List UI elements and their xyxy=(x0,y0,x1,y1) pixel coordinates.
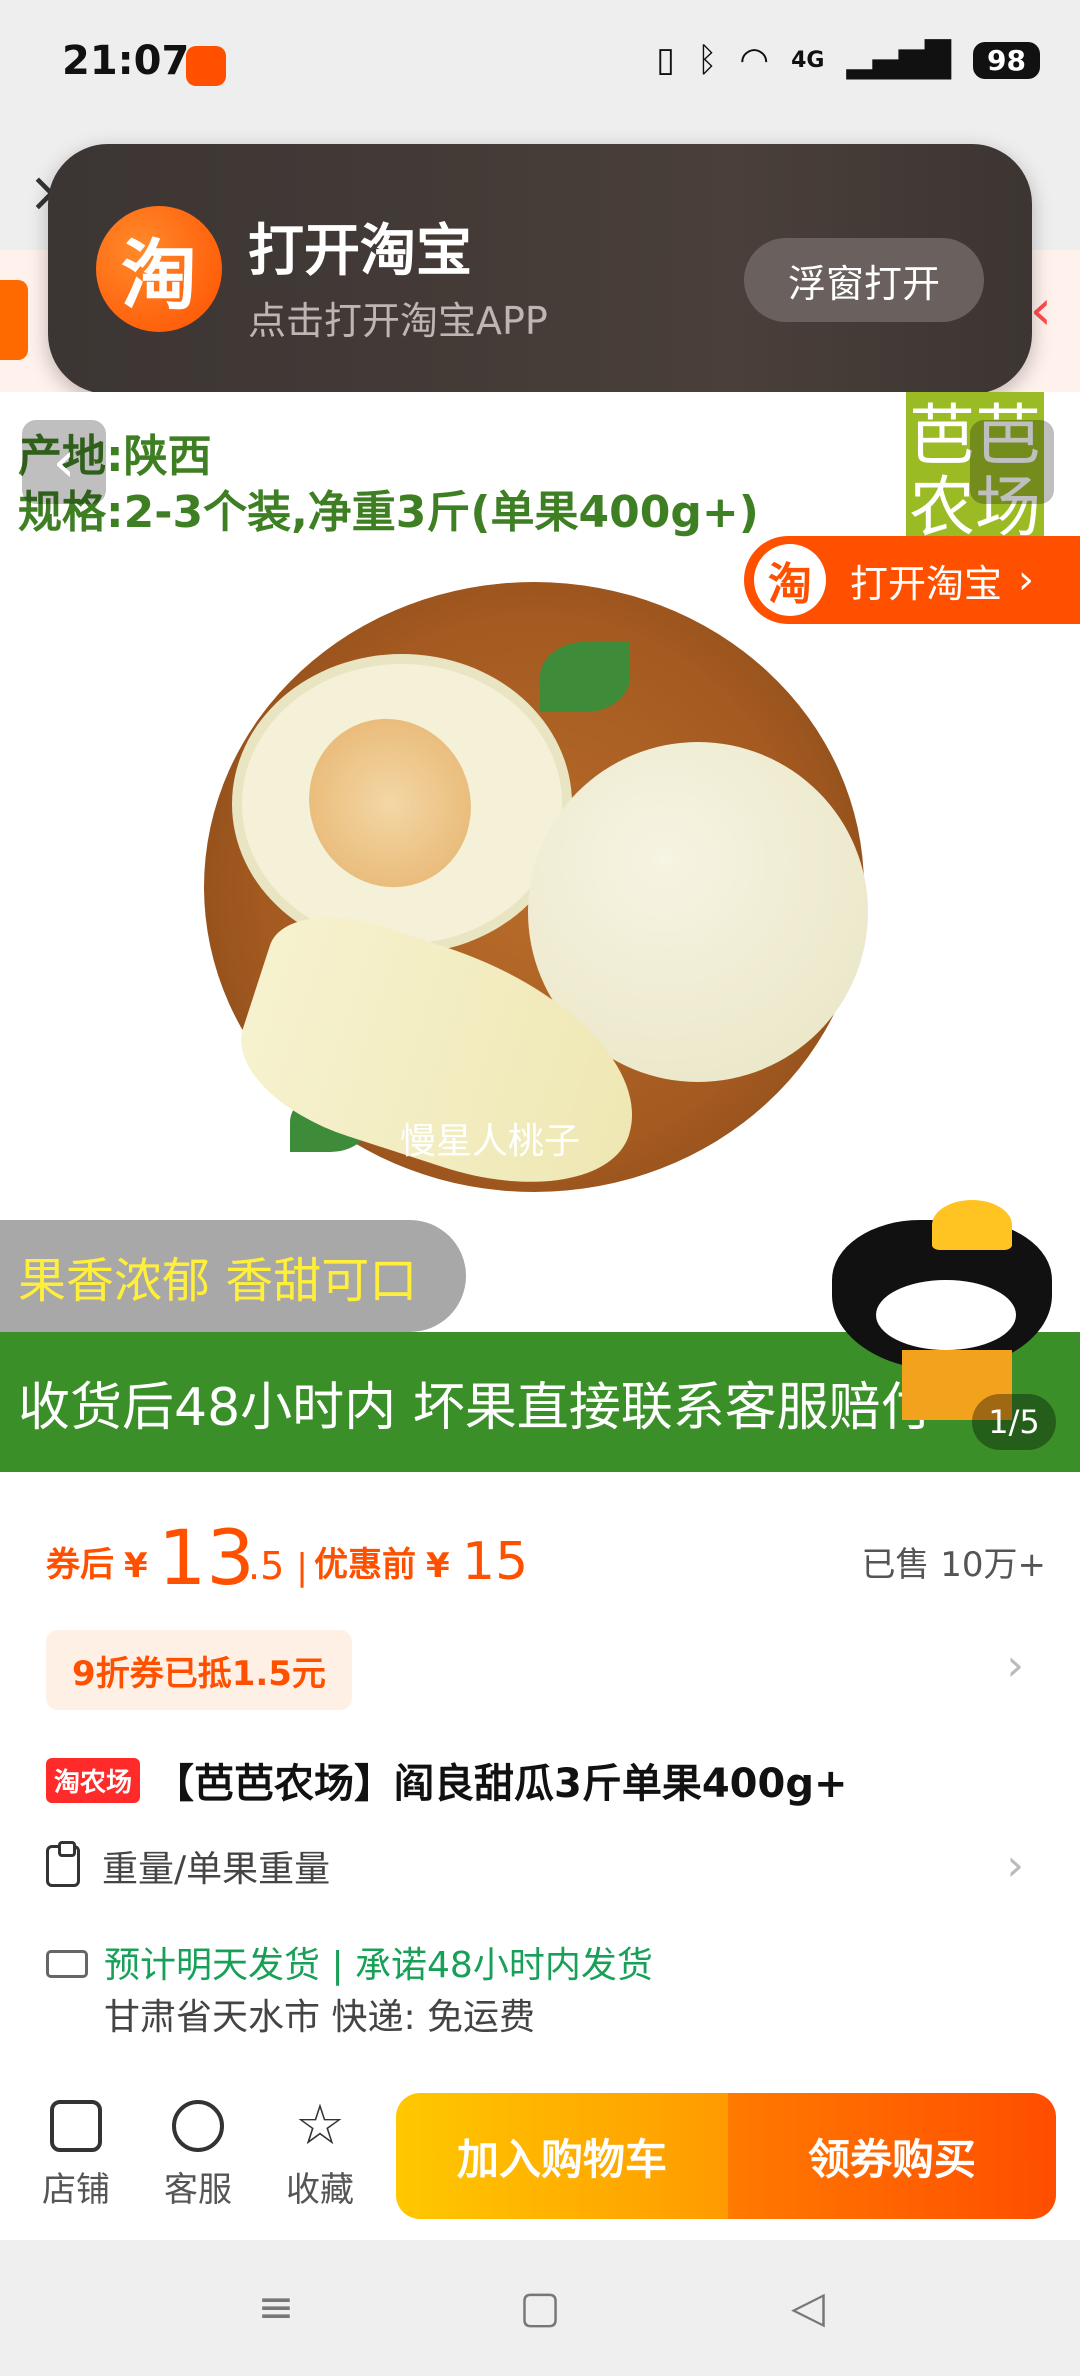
chevron-right-icon[interactable]: › xyxy=(1006,1640,1024,1691)
sold-count: 已售 10万+ xyxy=(861,1545,1046,1585)
customer-service-button[interactable]: 客服 xyxy=(148,2100,248,2220)
customer-service-icon xyxy=(172,2100,224,2152)
promo-tag xyxy=(0,280,28,360)
shop-label: 店铺 xyxy=(42,2170,110,2210)
price-separator: | xyxy=(296,1547,309,1588)
back-button[interactable]: ‹ xyxy=(22,420,106,504)
open-taobao-label: 打开淘宝 xyxy=(850,561,1003,606)
image-spec-size: 规格:2-3个装,净重3斤(单果400g+) xyxy=(18,487,759,538)
chevron-right-icon[interactable]: › xyxy=(1006,1840,1024,1891)
favorite-label: 收藏 xyxy=(286,2170,354,2210)
price-row: 券后 ¥ 13 .5 | 优惠前 ¥ 15 已售 10万+ xyxy=(46,1512,1046,1602)
before-discount-label: 优惠前 xyxy=(314,1545,416,1585)
battery-icon: 98 xyxy=(973,41,1040,79)
shipping-row[interactable]: 预计明天发货 | 承诺48小时内发货 甘肃省天水市 快递: 免运费 xyxy=(46,1936,1046,2046)
float-window-open-button[interactable]: 浮窗打开 xyxy=(744,238,984,322)
share-button[interactable] xyxy=(970,420,1054,504)
customer-service-label: 客服 xyxy=(164,2170,232,2210)
clipboard-icon xyxy=(46,1841,80,1887)
wifi-icon: ◠ xyxy=(739,40,770,80)
mascot-hat xyxy=(932,1200,1012,1250)
taobao-notification-icon xyxy=(186,46,226,86)
shop-icon xyxy=(50,2100,102,2152)
product-title: 【芭芭农场】阎良甜瓜3斤单果400g+ xyxy=(154,1761,848,1807)
slogan-pill: 果香浓郁 香甜可口 xyxy=(0,1220,466,1332)
signal-icon: ▂▄▆█ xyxy=(846,40,952,80)
price-before: 15 xyxy=(462,1532,529,1592)
chevron-right-icon: › xyxy=(1018,557,1035,603)
taobao-icon: 淘 xyxy=(754,544,826,616)
tmall-cat-mascot-icon xyxy=(822,1200,1066,1420)
banner-subtitle: 点击打开淘宝APP xyxy=(248,299,548,343)
bottom-action-bar: 店铺 客服 ☆ 收藏 加入购物车 领券购买 xyxy=(0,2070,1080,2240)
currency-symbol: ¥ xyxy=(124,1546,148,1586)
mascot-face xyxy=(876,1280,1016,1350)
shipping-promise: 预计明天发货 | 承诺48小时内发货 xyxy=(104,1945,653,1986)
status-bar: 21:07 ▯ ᛒ ◠ 4G ▂▄▆█ 98 xyxy=(0,0,1080,130)
favorite-button[interactable]: ☆ 收藏 xyxy=(270,2093,370,2220)
image-watermark: 慢星人桃子 xyxy=(400,1121,581,1162)
vibrate-icon: ▯ xyxy=(656,40,675,80)
after-coupon-label: 券后 xyxy=(46,1545,114,1585)
price-after-decimal: .5 xyxy=(248,1544,285,1588)
coupon-badge[interactable]: 9折券已抵1.5元 xyxy=(46,1630,352,1710)
price-after-int: 13 xyxy=(158,1513,255,1602)
chevron-left-icon[interactable]: ‹ xyxy=(1030,278,1052,343)
product-image-carousel[interactable]: 产地:陕西 规格:2-3个装,净重3斤(单果400g+) 芭芭农场 ‹ 淘 打开… xyxy=(0,392,1080,1472)
open-taobao-button[interactable]: 淘 打开淘宝 › xyxy=(744,536,1080,624)
back-icon[interactable]: ◁ xyxy=(784,2284,832,2332)
truck-icon xyxy=(46,1950,88,1978)
taobao-logo-icon: 淘 xyxy=(96,206,222,332)
status-icons: ▯ ᛒ ◠ 4G ▂▄▆█ 98 xyxy=(656,40,1040,80)
home-icon[interactable]: ▢ xyxy=(516,2284,564,2332)
shipping-origin: 甘肃省天水市 快递: 免运费 xyxy=(104,1997,536,2038)
menu-icon[interactable]: ≡ xyxy=(252,2284,300,2332)
network-type: 4G xyxy=(791,47,825,73)
bluetooth-icon: ᛒ xyxy=(696,40,718,80)
add-to-cart-button[interactable]: 加入购物车 xyxy=(396,2093,728,2219)
shop-button[interactable]: 店铺 xyxy=(26,2100,126,2220)
coupon-buy-button[interactable]: 领券购买 xyxy=(728,2093,1056,2219)
star-icon: ☆ xyxy=(294,2093,346,2158)
spec-label: 重量/单果重量 xyxy=(102,1849,331,1890)
open-taobao-banner[interactable]: 淘 打开淘宝 点击打开淘宝APP 浮窗打开 xyxy=(48,144,1032,394)
system-nav-bar: ≡ ▢ ◁ xyxy=(0,2240,1080,2376)
taonongchang-tag: 淘农场 xyxy=(46,1757,141,1803)
product-title-row: 淘农场 【芭芭农场】阎良甜瓜3斤单果400g+ xyxy=(46,1748,1046,1812)
image-counter: 1/5 xyxy=(972,1394,1056,1450)
leaf-image xyxy=(540,642,630,712)
status-time: 21:07 xyxy=(62,38,190,84)
banner-title: 打开淘宝 xyxy=(248,219,472,284)
currency-symbol: ¥ xyxy=(426,1546,450,1586)
product-page: 21:07 ▯ ᛒ ◠ 4G ▂▄▆█ 98 × ‹ 淘 打开淘宝 点击打开淘宝… xyxy=(0,0,1080,2376)
spec-select-row[interactable]: 重量/单果重量 xyxy=(46,1834,1046,1898)
